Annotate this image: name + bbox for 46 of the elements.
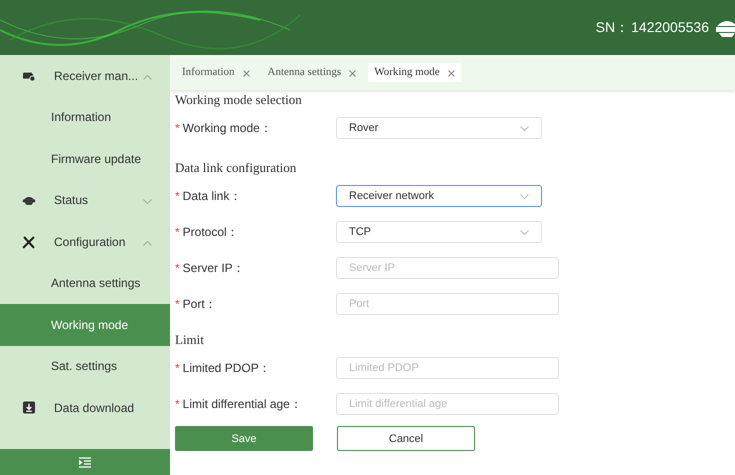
section-title: Working mode selection bbox=[175, 92, 303, 109]
caret-down-icon bbox=[520, 230, 529, 234]
sidebar-item[interactable]: Sat. settings bbox=[0, 346, 170, 387]
caret-down-icon bbox=[520, 126, 529, 130]
field-label: * Working mode： bbox=[175, 120, 273, 136]
sidebar-item[interactable]: Information bbox=[0, 96, 170, 138]
close-icon[interactable] bbox=[448, 70, 455, 77]
caret-down-icon bbox=[520, 194, 529, 198]
caret-up-icon bbox=[143, 74, 152, 80]
input-field[interactable]: Limit differential age bbox=[336, 393, 559, 415]
field-label: * Server IP： bbox=[175, 260, 246, 276]
input-field[interactable]: Server IP bbox=[336, 257, 559, 279]
input-field[interactable]: Port bbox=[336, 293, 559, 315]
tab[interactable]: Information bbox=[176, 63, 256, 82]
close-icon[interactable] bbox=[242, 70, 250, 77]
field-label: * Limit differential age： bbox=[175, 396, 303, 412]
receiver-icon bbox=[22, 194, 36, 206]
menu-indent-icon[interactable] bbox=[79, 456, 91, 468]
serial-label: SN： bbox=[596, 18, 630, 36]
save-button[interactable]: Save bbox=[175, 426, 313, 451]
dropdown[interactable]: Receiver network bbox=[336, 185, 542, 207]
field-label: * Port： bbox=[175, 296, 218, 312]
section-title: Limit bbox=[175, 332, 205, 349]
tab[interactable]: Antenna settings bbox=[262, 63, 362, 82]
field-label: * Limited PDOP： bbox=[175, 360, 272, 376]
close-icon[interactable] bbox=[349, 70, 356, 77]
input-field[interactable]: Limited PDOP bbox=[336, 357, 559, 379]
sidebar-item[interactable]: Data download bbox=[0, 387, 170, 428]
field-label: * Data link： bbox=[175, 188, 242, 204]
field-label: * Protocol： bbox=[175, 224, 240, 240]
serial-number: 1422005536 bbox=[631, 18, 709, 36]
caret-down-icon bbox=[143, 199, 152, 204]
sidebar-group[interactable]: Status bbox=[0, 180, 170, 221]
cancel-button[interactable]: Cancel bbox=[337, 426, 475, 451]
dropdown[interactable]: Rover bbox=[336, 117, 542, 139]
sidebar-item[interactable]: Antenna settings bbox=[0, 262, 170, 304]
dropdown[interactable]: TCP bbox=[336, 221, 542, 243]
download-icon bbox=[22, 401, 36, 414]
sidebar-item[interactable]: Firmware update bbox=[0, 138, 170, 180]
sidebar-group[interactable]: Receiver man... bbox=[0, 55, 170, 96]
section-title: Data link configuration bbox=[175, 160, 298, 177]
tab[interactable]: Working mode bbox=[368, 63, 461, 82]
tools-icon bbox=[22, 234, 36, 249]
sidebar-item[interactable]: Working mode bbox=[0, 304, 170, 346]
sidebar-group[interactable]: Configuration bbox=[0, 221, 170, 262]
caret-up-icon bbox=[143, 240, 152, 246]
